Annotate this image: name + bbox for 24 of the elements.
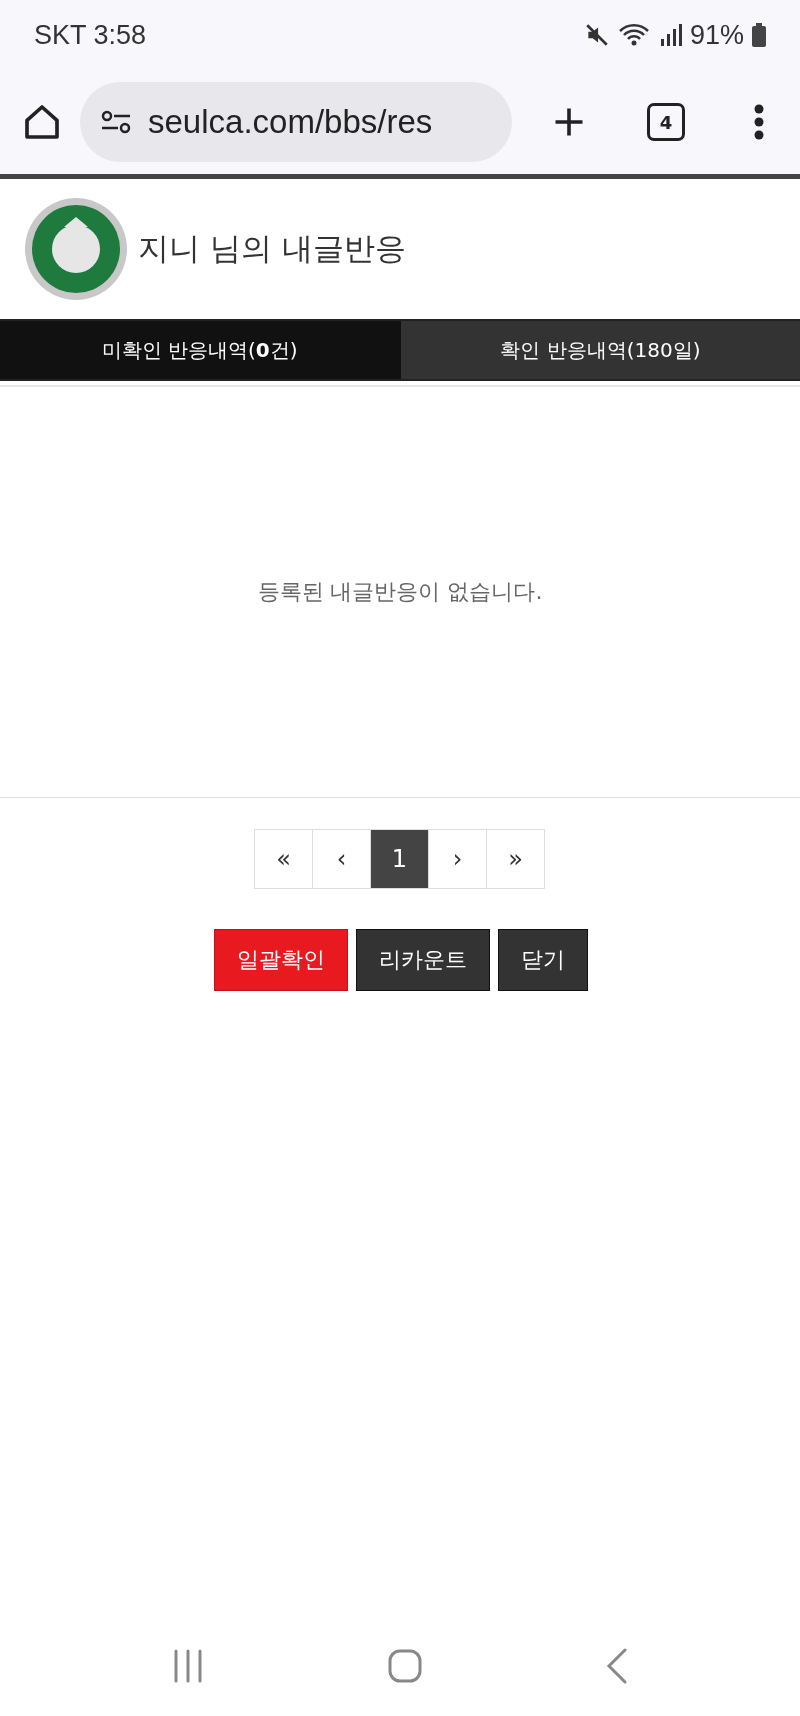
back-icon[interactable] xyxy=(606,1648,628,1684)
home-button-icon[interactable] xyxy=(388,1649,422,1683)
page-link[interactable]: 1 xyxy=(370,829,429,889)
battery-icon xyxy=(752,23,766,47)
action-button[interactable]: 닫기 xyxy=(498,929,588,991)
tune-icon[interactable] xyxy=(100,108,132,136)
page-link[interactable]: ‹ xyxy=(312,829,371,889)
tab[interactable]: 미확인 반응내역(0건) xyxy=(0,321,399,379)
action-button[interactable]: 리카운트 xyxy=(356,929,490,991)
recent-apps-icon[interactable] xyxy=(172,1649,204,1683)
url-text: seulca.com/bbs/res xyxy=(148,103,433,141)
page-title: 지니 님의 내글반응 xyxy=(138,229,406,268)
battery-percent: 91% xyxy=(689,19,744,51)
page-link[interactable]: › xyxy=(428,829,487,889)
page-link[interactable]: « xyxy=(254,829,313,889)
carrier-time: SKT 3:58 xyxy=(34,19,147,51)
address-bar[interactable]: seulca.com/bbs/res xyxy=(80,82,512,162)
empty-message: 등록된 내글반응이 없습니다. xyxy=(257,578,543,606)
action-button[interactable]: 일괄확인 xyxy=(214,929,348,991)
avatar-icon xyxy=(24,197,128,301)
page-link[interactable]: » xyxy=(486,829,545,889)
tab-count[interactable]: 4 xyxy=(647,103,685,141)
signal-icon xyxy=(659,23,682,47)
tab[interactable]: 확인 반응내역(180일) xyxy=(399,321,800,379)
